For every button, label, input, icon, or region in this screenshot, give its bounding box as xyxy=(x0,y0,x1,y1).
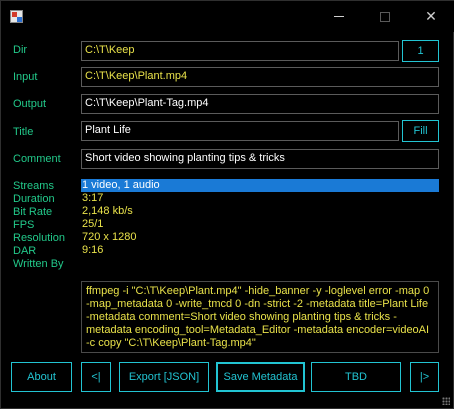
dir-field[interactable]: C:\T\Keep xyxy=(81,41,399,61)
tbd-button[interactable]: TBD xyxy=(311,362,401,392)
comment-field[interactable]: Short video showing planting tips & tric… xyxy=(81,149,439,169)
next-button[interactable]: |> xyxy=(410,362,439,392)
written-by-value[interactable] xyxy=(81,257,439,270)
ffmpeg-command-box[interactable]: ffmpeg -i "C:\T\Keep\Plant.mp4" -hide_ba… xyxy=(81,281,439,353)
minimize-button[interactable] xyxy=(316,1,362,32)
save-metadata-button[interactable]: Save Metadata xyxy=(216,362,305,392)
dar-value[interactable]: 9:16 xyxy=(81,244,439,257)
resize-grip-icon[interactable] xyxy=(442,397,450,405)
title-field[interactable]: Plant Life xyxy=(81,121,399,141)
maximize-button xyxy=(362,1,408,32)
maximize-icon xyxy=(380,11,390,22)
bitrate-value[interactable]: 2,148 kb/s xyxy=(81,205,439,218)
info-list[interactable]: 1 video, 1 audio 3:17 2,148 kb/s 25/1 72… xyxy=(81,179,439,270)
main-window: ✕ Dir C:\T\Keep 1 Input C:\T\Keep\Plant.… xyxy=(0,0,454,409)
written-by-label: Written By xyxy=(13,258,64,270)
duration-label: Duration xyxy=(13,193,55,205)
title-label: Title xyxy=(13,126,34,138)
input-field[interactable]: C:\T\Keep\Plant.mp4 xyxy=(81,67,439,87)
dir-count-button[interactable]: 1 xyxy=(402,40,439,62)
fill-button[interactable]: Fill xyxy=(402,120,439,142)
close-button[interactable]: ✕ xyxy=(408,1,454,32)
output-field[interactable]: C:\T\Keep\Plant-Tag.mp4 xyxy=(81,94,439,114)
prev-button[interactable]: <| xyxy=(81,362,111,392)
streams-label: Streams xyxy=(13,180,54,192)
resolution-value[interactable]: 720 x 1280 xyxy=(81,231,439,244)
output-label: Output xyxy=(13,98,47,110)
fps-value[interactable]: 25/1 xyxy=(81,218,439,231)
dir-label: Dir xyxy=(13,44,28,56)
bitrate-label: Bit Rate xyxy=(13,206,53,218)
minimize-icon xyxy=(334,16,344,17)
dar-label: DAR xyxy=(13,245,37,257)
app-icon[interactable] xyxy=(10,10,23,23)
export-json-button[interactable]: Export [JSON] xyxy=(119,362,209,392)
input-label: Input xyxy=(13,71,38,83)
about-button[interactable]: About xyxy=(11,362,72,392)
resolution-label: Resolution xyxy=(13,232,65,244)
title-bar[interactable]: ✕ xyxy=(1,1,454,32)
fps-label: FPS xyxy=(13,219,35,231)
close-icon: ✕ xyxy=(425,8,437,24)
duration-value[interactable]: 3:17 xyxy=(81,192,439,205)
streams-value[interactable]: 1 video, 1 audio xyxy=(81,179,439,192)
comment-label: Comment xyxy=(13,153,61,165)
